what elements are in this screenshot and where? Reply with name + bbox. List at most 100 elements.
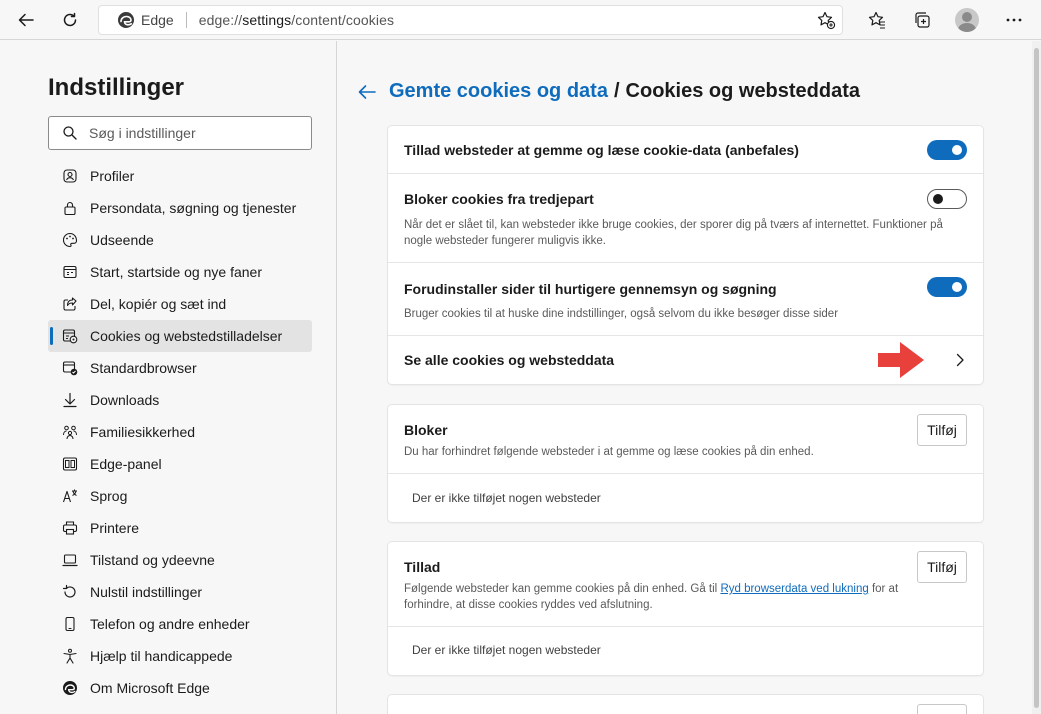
search-icon [63, 126, 77, 140]
sidebar-item-label: Printere [90, 520, 140, 536]
address-brand: Edge [141, 12, 174, 28]
settings-search[interactable] [48, 116, 312, 150]
sidebar-item-label: Udseende [90, 232, 154, 248]
breadcrumb-parent-link[interactable]: Gemte cookies og data [389, 80, 608, 103]
printer-icon [62, 520, 78, 536]
site-permissions-icon [62, 328, 78, 344]
profile-icon [62, 168, 78, 184]
back-arrow-icon[interactable] [357, 82, 377, 102]
next-section-button[interactable] [917, 704, 967, 714]
allow-header-row: Tillad Følgende websteder kan gemme cook… [388, 542, 983, 627]
block-description: Du har forhindret følgende websteder i a… [404, 446, 814, 458]
url-path: /content/cookies [291, 12, 395, 28]
sidebar-item-standardbrowser[interactable]: Standardbrowser [48, 352, 312, 384]
block-third-party-description: Når det er slået til, kan websteder ikke… [404, 219, 943, 247]
sidebar-item-sprog[interactable]: Sprog [48, 480, 312, 512]
scrollbar-thumb[interactable] [1034, 48, 1039, 708]
share-icon [62, 296, 78, 312]
collections-button[interactable] [906, 4, 938, 36]
address-bar[interactable]: Edge edge://settings/content/cookies [98, 5, 843, 35]
edge-logo-icon [62, 680, 78, 696]
download-icon [62, 392, 78, 408]
family-icon [62, 424, 78, 440]
sidebar-item-label: Profiler [90, 168, 135, 184]
sidebar-item-label: Standardbrowser [90, 360, 197, 376]
block-list-card: Bloker Du har forhindret følgende webste… [388, 405, 983, 522]
sidebar-item-cookies[interactable]: Cookies og webstedstilladelser [48, 320, 312, 352]
sidebar-item-udseende[interactable]: Udseende [48, 224, 312, 256]
default-browser-icon [62, 360, 78, 376]
preload-label: Forudinstaller sider til hurtigere genne… [404, 281, 777, 297]
sidebar-item-label: Del, kopiér og sæt ind [90, 296, 227, 312]
preload-row: Forudinstaller sider til hurtigere genne… [388, 263, 983, 336]
settings-title: Indstillinger [48, 74, 185, 101]
address-separator [185, 12, 187, 28]
block-third-party-toggle[interactable] [927, 189, 967, 209]
sidebar-item-nulstil[interactable]: Nulstil indstillinger [48, 576, 312, 608]
add-favorite-button[interactable] [810, 4, 842, 36]
allow-add-button[interactable]: Tilføj [917, 551, 967, 583]
lock-icon [62, 200, 78, 216]
sidebar-item-label: Hjælp til handicappede [90, 648, 233, 664]
block-third-party-label: Bloker cookies fra tredjepart [404, 191, 594, 207]
url-scheme: edge:// [198, 12, 243, 28]
accessibility-icon [62, 648, 78, 664]
reset-icon [62, 584, 78, 600]
refresh-button[interactable] [54, 4, 86, 36]
sidebar-item-tilstand[interactable]: Tilstand og ydeevne [48, 544, 312, 576]
palette-icon [62, 232, 78, 248]
sidebar-item-handicappede[interactable]: Hjælp til handicappede [48, 640, 312, 672]
preload-description: Bruger cookies til at huske dine indstil… [404, 308, 839, 320]
favorites-icon [868, 11, 885, 29]
allow-description: Følgende websteder kan gemme cookies på … [404, 581, 914, 613]
sidebar-item-start[interactable]: Start, startside og nye faner [48, 256, 312, 288]
allow-cookies-row: Tillad websteder at gemme og læse cookie… [388, 126, 983, 174]
block-add-button[interactable]: Tilføj [917, 414, 967, 446]
more-options-button[interactable] [998, 4, 1030, 36]
sidebar-item-familiesikkerhed[interactable]: Familiesikkerhed [48, 416, 312, 448]
chevron-right-icon [956, 353, 964, 367]
sidebar-item-label: Nulstil indstillinger [90, 584, 203, 600]
settings-nav: Profiler Persondata, søgning og tjeneste… [48, 160, 312, 704]
sidebar-item-label: Downloads [90, 392, 160, 408]
sidebar-panel-icon [62, 456, 78, 472]
favorites-button[interactable] [861, 4, 893, 36]
page-title: Cookies og websteddata [625, 80, 861, 102]
preload-toggle[interactable] [927, 277, 967, 297]
sidebar-item-label: Sprog [90, 488, 128, 504]
clear-on-close-link[interactable]: Ryd browserdata ved lukning [720, 583, 868, 595]
block-third-party-row: Bloker cookies fra tredjepart Når det er… [388, 174, 983, 263]
sidebar-item-telefon[interactable]: Telefon og andre enheder [48, 608, 312, 640]
edge-logo-icon [117, 11, 135, 29]
sidebar-item-del[interactable]: Del, kopiér og sæt ind [48, 288, 312, 320]
sidebar-item-downloads[interactable]: Downloads [48, 384, 312, 416]
sidebar-item-om-edge[interactable]: Om Microsoft Edge [48, 672, 312, 704]
allow-description-text: Følgende websteder kan gemme cookies på … [404, 583, 721, 595]
sidebar-item-label: Telefon og andre enheder [90, 616, 250, 632]
red-arrow-annotation-icon [878, 342, 924, 378]
allow-title: Tillad [404, 559, 441, 575]
language-icon [62, 488, 78, 504]
sidebar-item-edge-panel[interactable]: Edge-panel [48, 448, 312, 480]
page-heading: Gemte cookies og data / Cookies og webst… [357, 80, 860, 103]
block-empty-text: Der er ikke tilføjet nogen websteder [412, 491, 601, 505]
sidebar-item-label: Om Microsoft Edge [90, 680, 210, 696]
star-add-icon [817, 11, 836, 30]
profile-avatar[interactable] [955, 8, 979, 32]
collections-icon [915, 12, 930, 28]
allow-cookies-toggle[interactable] [927, 140, 967, 160]
phone-icon [62, 616, 78, 632]
laptop-icon [62, 552, 78, 568]
browser-toolbar: Edge edge://settings/content/cookies [0, 0, 1041, 40]
sidebar-item-label: Familiesikkerhed [90, 424, 196, 440]
settings-sidebar: Indstillinger Profiler Persondata, søgni… [0, 41, 337, 714]
cookie-settings-card: Tillad websteder at gemme og læse cookie… [388, 126, 983, 384]
sidebar-item-profiler[interactable]: Profiler [48, 160, 312, 192]
refresh-icon [63, 12, 77, 27]
url-host: settings [242, 12, 292, 28]
sidebar-item-printere[interactable]: Printere [48, 512, 312, 544]
sidebar-item-persondata[interactable]: Persondata, søgning og tjenester [48, 192, 312, 224]
see-all-cookies-row[interactable]: Se alle cookies og websteddata [388, 336, 983, 384]
back-button[interactable] [10, 4, 42, 36]
search-input[interactable] [89, 125, 299, 141]
